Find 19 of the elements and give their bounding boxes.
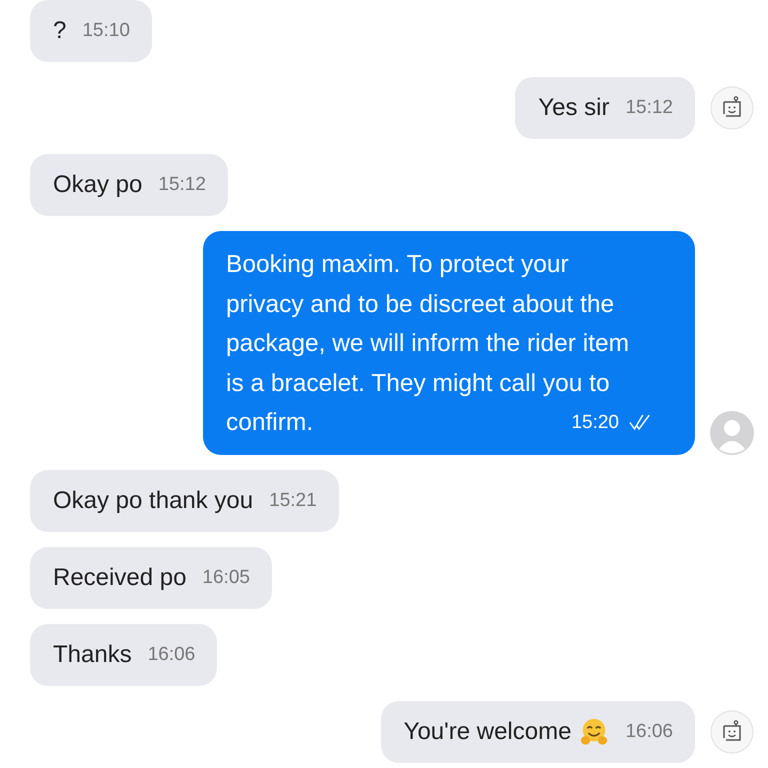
message-bubble: Received po 16:05 — [30, 546, 272, 608]
message-bubble: Okay po 15:12 — [30, 154, 228, 216]
message-bubble: Booking maxim. To protect your privacy and to be discreet about the package, we will inform the rider item is a bracelet. They might call you to confirm. 15:20 — [203, 231, 695, 454]
message-time: 16:06 — [625, 720, 673, 744]
message-time: 15:20 — [571, 411, 619, 435]
message-time: 16:06 — [148, 642, 196, 666]
message-bubble: ? 15:10 — [30, 0, 152, 62]
robot-icon — [710, 86, 754, 130]
message-time: 15:12 — [158, 173, 206, 197]
message-bubble: Thanks 16:06 — [30, 624, 218, 686]
message-time: 15:21 — [269, 488, 317, 512]
message-bubble: Yes sir 15:12 — [515, 77, 695, 139]
avatar-icon — [710, 410, 754, 454]
message-time: 16:05 — [202, 566, 250, 590]
robot-icon — [710, 710, 754, 754]
message-bubble: You're welcome 16:06 — [380, 700, 695, 762]
message-bubble: Okay po thank you 15:21 — [30, 470, 339, 532]
message-time: 15:10 — [82, 19, 130, 43]
message-time: 15:12 — [625, 96, 673, 120]
